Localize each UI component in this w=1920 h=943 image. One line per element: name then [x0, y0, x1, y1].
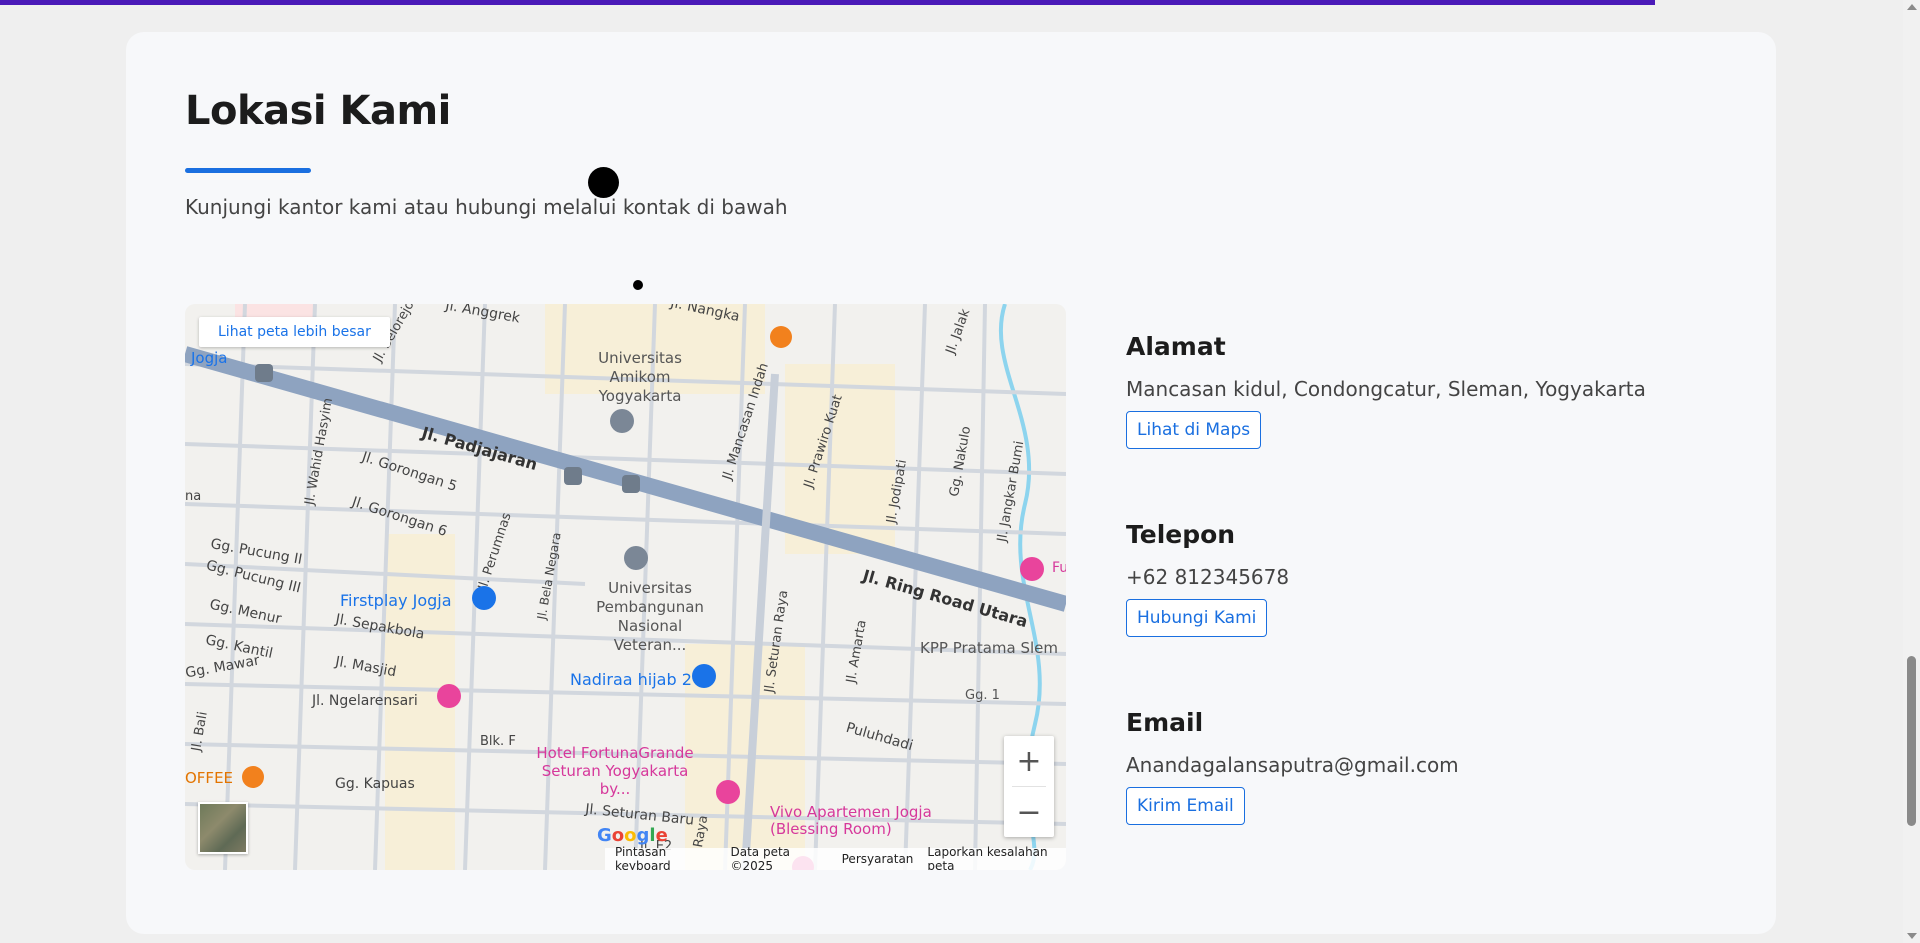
scroll-up-arrow-icon[interactable] — [1907, 4, 1917, 10]
report-error-link[interactable]: Laporkan kesalahan peta — [927, 845, 1066, 870]
view-on-maps-button[interactable]: Lihat di Maps — [1126, 411, 1262, 449]
satellite-toggle-button[interactable] — [198, 802, 248, 854]
page-scrollbar[interactable] — [1903, 0, 1920, 943]
page-title: Lokasi Kami — [185, 88, 451, 134]
scroll-progress-bar — [0, 0, 1655, 5]
map-poi-label[interactable]: Firstplay Jogja — [340, 591, 452, 610]
shopping-pin-icon[interactable] — [692, 664, 716, 688]
map-label: Blk. F — [480, 734, 516, 749]
map-data-credit: Data peta ©2025 — [730, 845, 791, 870]
phone-block: Telepon +62 812345678 Hubungi Kami — [1126, 520, 1289, 637]
map-label: Universitas Pembangunan Nasional Veteran… — [596, 579, 704, 654]
embedded-map[interactable]: Jogja Jl. Anggrek Jl. Nangka Jl. Selorej… — [185, 304, 1066, 870]
map-poi-label[interactable]: Hotel FortunaGrande Seturan Yogyakarta b… — [525, 744, 705, 798]
view-larger-map-button[interactable]: Lihat peta lebih besar — [199, 317, 390, 347]
map-label: Gg. 1 — [965, 688, 1000, 703]
keyboard-shortcuts-link[interactable]: Pintasan keyboard — [615, 845, 717, 870]
map-label: Jl. Ngelarensari — [312, 693, 418, 709]
scrollbar-thumb[interactable] — [1907, 656, 1916, 826]
email-heading: Email — [1126, 708, 1204, 737]
map-label: na — [185, 489, 202, 504]
zoom-out-button[interactable]: − — [1004, 787, 1054, 837]
email-block: Email Anandagalansaputra@gmail.com Kirim… — [1126, 708, 1459, 825]
restaurant-pin-icon[interactable] — [1020, 557, 1044, 581]
title-underline — [185, 168, 311, 173]
shopping-pin-icon[interactable] — [472, 586, 496, 610]
map-label: KPP Pratama Slem — [920, 639, 1059, 657]
cursor-dot-small — [633, 280, 643, 290]
hotel-pin-icon[interactable] — [716, 780, 740, 804]
map-poi-label[interactable]: Nadiraa hijab 2 — [570, 670, 692, 689]
map-footer: Pintasan keyboard Data peta ©2025 Persya… — [605, 845, 1066, 870]
cafe-pin-icon[interactable] — [242, 766, 264, 788]
section-subtitle: Kunjungi kantor kami atau hubungi melalu… — [185, 195, 788, 219]
cafe-pin-icon[interactable] — [770, 326, 792, 348]
map-label: Gg. Kapuas — [335, 776, 415, 792]
email-value: Anandagalansaputra@gmail.com — [1126, 753, 1459, 777]
google-logo: Google — [597, 825, 668, 846]
zoom-in-button[interactable]: + — [1004, 736, 1054, 786]
scroll-down-arrow-icon[interactable] — [1907, 933, 1917, 939]
address-block: Alamat Mancasan kidul, Condongcatur, Sle… — [1126, 332, 1646, 449]
address-value: Mancasan kidul, Condongcatur, Sleman, Yo… — [1126, 377, 1646, 401]
map-label: Universitas Amikom Yogyakarta — [598, 349, 682, 405]
contact-us-button[interactable]: Hubungi Kami — [1126, 599, 1268, 637]
bus-stop-icon[interactable] — [622, 475, 640, 493]
zoom-controls: + − — [1004, 736, 1054, 837]
map-poi-label: Fu — [1052, 560, 1066, 576]
map-poi-label[interactable]: OFFEE — [185, 769, 233, 787]
phone-heading: Telepon — [1126, 520, 1236, 549]
map-label: Jogja — [191, 349, 228, 367]
cursor-indicator — [588, 167, 619, 198]
school-pin-icon[interactable] — [610, 409, 634, 433]
school-pin-icon[interactable] — [624, 546, 648, 570]
map-poi-label[interactable]: Vivo Apartemen Jogja (Blessing Room) — [770, 804, 950, 838]
hotel-pin-icon[interactable] — [437, 684, 461, 708]
address-heading: Alamat — [1126, 332, 1226, 361]
terms-link[interactable]: Persyaratan — [842, 852, 914, 866]
phone-value: +62 812345678 — [1126, 565, 1290, 589]
bus-stop-icon[interactable] — [564, 467, 582, 485]
send-email-button[interactable]: Kirim Email — [1126, 787, 1245, 825]
location-section: Lokasi Kami Kunjungi kantor kami atau hu… — [126, 32, 1776, 934]
bus-stop-icon[interactable] — [255, 364, 273, 382]
